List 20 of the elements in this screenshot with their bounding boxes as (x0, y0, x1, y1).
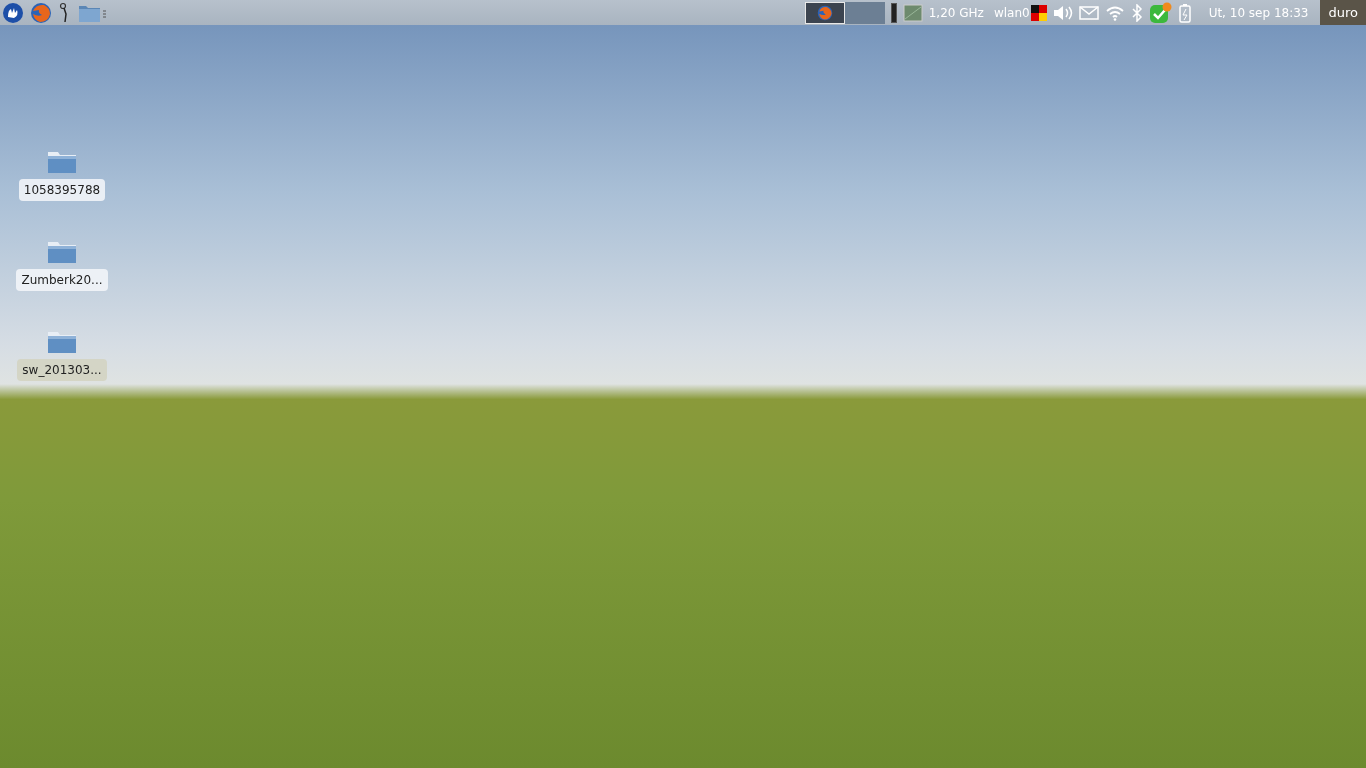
menu-icon[interactable] (2, 1, 24, 24)
web-browser-icon[interactable] (30, 1, 52, 24)
folder-label[interactable]: sw_201303... (17, 359, 107, 381)
volume-icon[interactable] (1052, 4, 1073, 21)
keyboard-layout-flag-icon[interactable] (1030, 4, 1047, 21)
mail-icon[interactable] (1078, 5, 1099, 20)
web-browser-icon (816, 4, 833, 21)
wifi-icon[interactable] (1104, 4, 1125, 21)
cpu-meter-icon (890, 2, 897, 23)
folder-label[interactable]: Zumberk20... (16, 269, 108, 291)
workspace-pager[interactable] (844, 1, 885, 24)
folder-label[interactable]: 1058395788 (18, 179, 106, 201)
cpu-frequency: 1,20 GHz (928, 5, 984, 20)
taskbar-button[interactable] (804, 1, 845, 24)
network-interface: wlan0 (993, 5, 1030, 20)
battery-icon[interactable] (1178, 2, 1191, 23)
user-menu[interactable]: duro (1320, 0, 1366, 25)
chat-check-icon[interactable] (1148, 1, 1173, 24)
bluetooth-icon[interactable] (1130, 3, 1143, 22)
chip-icon (902, 3, 923, 22)
